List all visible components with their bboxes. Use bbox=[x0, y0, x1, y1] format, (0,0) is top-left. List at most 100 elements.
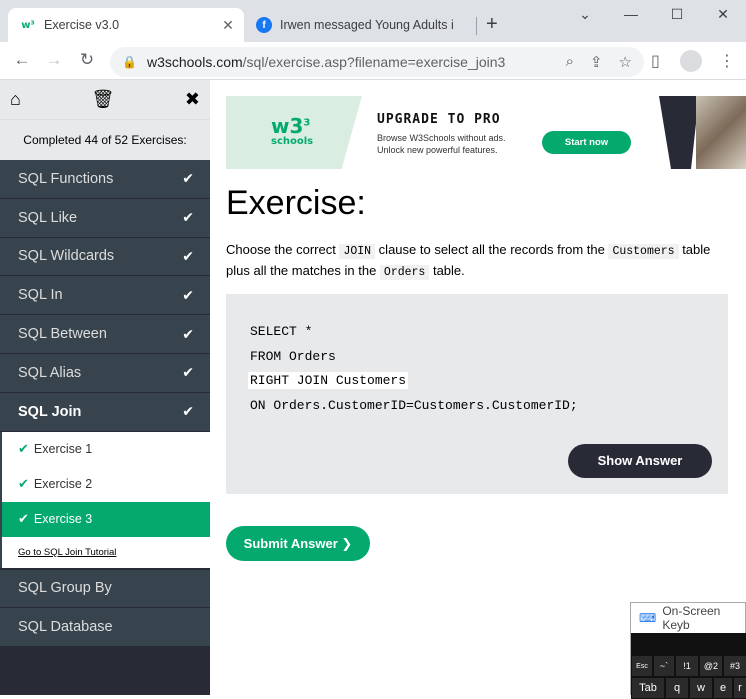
w3schools-logo: w33 schools bbox=[271, 114, 314, 147]
sidebar-item-sql-wildcards[interactable]: SQL Wildcards ✔ bbox=[0, 237, 210, 277]
tab-facebook[interactable]: f Irwen messaged Young Adults i bbox=[248, 8, 474, 42]
w3-logo-icon: w³ bbox=[21, 19, 35, 31]
forward-arrow-icon[interactable]: → bbox=[42, 50, 66, 70]
join-exercises-list: ✔ Exercise 1 ✔ Exercise 2 ✔ Exercise 3 Go t… bbox=[0, 431, 210, 568]
on-screen-keyboard: ⌨ On-Screen Keyb Esc ~` !1 @2 #3 Tab q w… bbox=[630, 602, 746, 699]
sidebar-item-sql-group-by[interactable]: SQL Group By bbox=[0, 569, 210, 609]
new-tab-button[interactable]: + bbox=[486, 14, 498, 34]
progress-text: Completed 44 of 52 Exercises: bbox=[0, 120, 210, 160]
code-line: SELECT * bbox=[250, 324, 313, 339]
key-1[interactable]: !1 bbox=[675, 655, 699, 677]
share-icon[interactable]: ⇪ bbox=[590, 53, 603, 71]
sidebar-item-sql-like[interactable]: SQL Like ✔ bbox=[0, 198, 210, 238]
address-bar[interactable]: 🔒 w3schools.com/sql/exercise.asp?filenam… bbox=[110, 47, 644, 77]
sidebar-item-label: SQL Like bbox=[18, 209, 78, 226]
tab-title: Exercise v3.0 bbox=[44, 18, 120, 32]
key-esc[interactable]: Esc bbox=[631, 655, 653, 677]
start-now-button[interactable]: Start now bbox=[542, 131, 631, 154]
chevron-down-icon[interactable]: ⌄ bbox=[562, 6, 608, 23]
trash-icon[interactable]: 🗑 bbox=[91, 89, 114, 110]
check-icon: ✔ bbox=[182, 209, 194, 226]
sidebar-item-sql-in[interactable]: SQL In ✔ bbox=[0, 276, 210, 316]
ad-subtext: Browse W3Schools without ads. Unlock new… bbox=[377, 133, 506, 155]
sub-item-label: Exercise 1 bbox=[33, 442, 93, 457]
answer-input[interactable]: RIGHT JOIN Customers bbox=[248, 372, 409, 389]
upgrade-ad-banner[interactable]: w33 schools UPGRADE TO PRO Browse W3Scho… bbox=[226, 96, 746, 169]
check-icon: ✔ bbox=[182, 286, 194, 303]
show-answer-button[interactable]: Show Answer bbox=[568, 444, 712, 478]
sidebar-item-label: SQL In bbox=[18, 287, 63, 304]
sidebar-item-label: SQL Database bbox=[18, 619, 113, 636]
sidebar-item-label: SQL Between bbox=[18, 326, 107, 343]
key-3[interactable]: #3 bbox=[723, 655, 746, 677]
key-w[interactable]: w bbox=[689, 677, 713, 699]
ad-heading: UPGRADE TO PRO bbox=[377, 112, 501, 127]
sidebar-item-label: SQL Group By bbox=[18, 580, 112, 597]
code-line: FROM Orders bbox=[250, 348, 336, 364]
sub-item-label: Exercise 3 bbox=[33, 512, 93, 527]
code-customers: Customers bbox=[608, 244, 679, 259]
tab-exercise[interactable]: w³ Exercise v3.0 ✕ bbox=[8, 8, 244, 42]
sidebar-item-sql-between[interactable]: SQL Between ✔ bbox=[0, 315, 210, 354]
home-icon[interactable]: ⌂ bbox=[10, 89, 21, 110]
osk-title-bar[interactable]: ⌨ On-Screen Keyb bbox=[631, 603, 745, 633]
check-icon: ✔ bbox=[182, 247, 194, 264]
sub-item-exercise-2[interactable]: ✔ Exercise 2 bbox=[2, 467, 210, 502]
key-2[interactable]: @2 bbox=[699, 655, 723, 677]
key-tab[interactable]: Tab bbox=[631, 677, 665, 699]
zoom-icon[interactable]: ⌕ bbox=[566, 53, 574, 71]
url-host: w3schools.com bbox=[146, 54, 243, 70]
keyboard-icon: ⌨ bbox=[639, 611, 657, 625]
osk-keys: Esc ~` !1 @2 #3 Tab q w e r bbox=[631, 633, 746, 699]
sidebar-toolbar: ⌂ 🗑 ✖ bbox=[0, 80, 210, 120]
browser-toolbar: ← → ↻ 🔒 w3schools.com/sql/exercise.asp?f… bbox=[0, 42, 746, 80]
page-title: Exercise: bbox=[226, 184, 366, 222]
sidebar-item-sql-alias[interactable]: SQL Alias ✔ bbox=[0, 353, 210, 393]
reload-icon[interactable]: ↻ bbox=[75, 50, 99, 70]
exercise-description: Choose the correct JOIN clause to select… bbox=[226, 242, 711, 280]
star-icon[interactable]: ☆ bbox=[619, 53, 632, 71]
sidebar-item-label: SQL Alias bbox=[18, 364, 82, 381]
check-icon: ✔ bbox=[182, 403, 194, 420]
url-path: /sql/exercise.asp?filename=exercise_join… bbox=[242, 54, 506, 70]
ad-photo bbox=[696, 96, 746, 169]
window-close-button[interactable]: ✕ bbox=[700, 6, 746, 23]
sidebar-item-label: SQL Join bbox=[18, 403, 82, 420]
sub-item-exercise-1[interactable]: ✔ Exercise 1 bbox=[2, 432, 210, 467]
tab-title: Irwen messaged Young Adults i bbox=[280, 18, 454, 32]
code-line: ON Orders.CustomerID=Customers.CustomerI… bbox=[250, 397, 578, 413]
ad-decoration bbox=[659, 96, 699, 169]
key-tilde[interactable]: ~` bbox=[653, 655, 675, 677]
submit-answer-button[interactable]: Submit Answer ❯ bbox=[226, 526, 370, 561]
code-join: JOIN bbox=[339, 244, 376, 259]
close-icon[interactable]: ✕ bbox=[218, 17, 238, 34]
key-e[interactable]: e bbox=[713, 677, 733, 699]
sub-item-exercise-3[interactable]: ✔ Exercise 3 bbox=[2, 501, 210, 537]
sidebar-item-sql-join[interactable]: SQL Join ✔ bbox=[0, 392, 210, 432]
key-r[interactable]: r bbox=[733, 677, 746, 699]
sub-item-label: Exercise 2 bbox=[33, 477, 93, 492]
check-icon: ✔ bbox=[18, 476, 29, 492]
key-q[interactable]: q bbox=[665, 677, 689, 699]
sidebar-item-label: SQL Functions bbox=[18, 170, 114, 187]
side-panel-icon[interactable]: ▯ bbox=[651, 51, 660, 71]
check-icon: ✔ bbox=[18, 441, 29, 457]
facebook-icon: f bbox=[256, 17, 272, 33]
back-arrow-icon[interactable]: ← bbox=[10, 50, 34, 70]
minimize-button[interactable]: — bbox=[608, 6, 654, 22]
check-icon: ✔ bbox=[182, 325, 194, 342]
code-orders: Orders bbox=[379, 265, 430, 280]
menu-icon[interactable]: ⋮ bbox=[719, 51, 735, 71]
sidebar-item-sql-functions[interactable]: SQL Functions ✔ bbox=[0, 160, 210, 199]
exercise-sidebar: ⌂ 🗑 ✖ Completed 44 of 52 Exercises: SQL … bbox=[0, 80, 210, 695]
tutorial-link[interactable]: Go to SQL Join Tutorial bbox=[2, 537, 210, 568]
osk-title: On-Screen Keyb bbox=[662, 604, 721, 632]
sidebar-item-label: SQL Wildcards bbox=[18, 248, 115, 265]
browser-tab-strip: w³ Exercise v3.0 ✕ f Irwen messaged Youn… bbox=[0, 0, 746, 42]
avatar[interactable] bbox=[680, 50, 702, 72]
sidebar-item-sql-database[interactable]: SQL Database bbox=[0, 608, 210, 648]
maximize-button[interactable]: ☐ bbox=[654, 6, 700, 23]
lock-icon: 🔒 bbox=[122, 55, 137, 69]
exercise-box: SELECT * FROM Orders RIGHT JOIN Customer… bbox=[226, 294, 728, 494]
close-icon[interactable]: ✖ bbox=[185, 89, 200, 110]
